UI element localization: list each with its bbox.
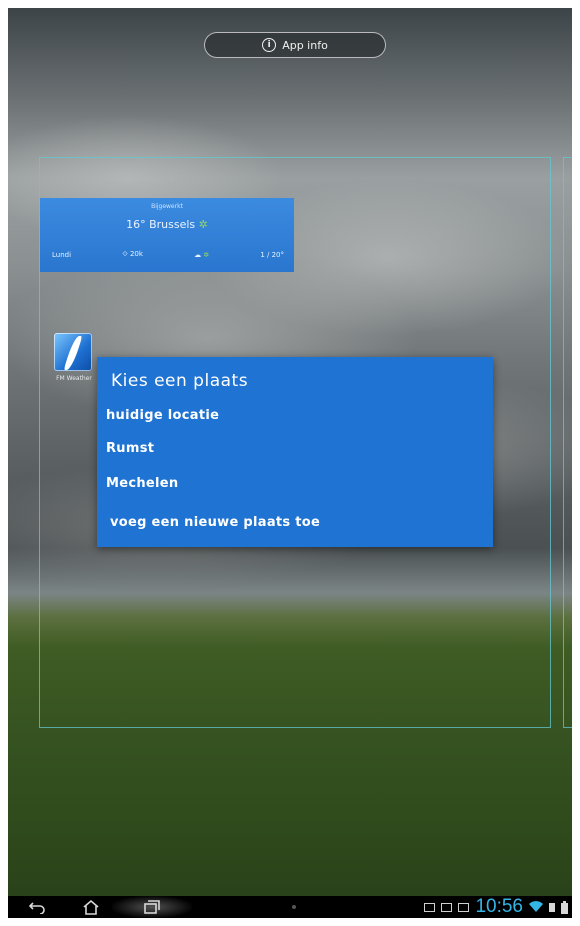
app-info-label: App info (282, 38, 328, 52)
weather-widget[interactable]: Bijgewerkt 16° Brussels ✲ Lundi ⟐ 20k ☁ … (40, 198, 294, 272)
back-icon (28, 902, 45, 914)
weather-wind-value: 20k (129, 250, 143, 258)
sun-icon: ✲ (198, 218, 208, 231)
gallery-icon (424, 902, 436, 912)
wifi-icon (529, 901, 543, 912)
menu-item-rumst[interactable]: Rumst (106, 441, 154, 456)
home-button[interactable] (76, 896, 106, 918)
weather-app-icon[interactable] (54, 333, 92, 371)
menu-item-mechelen[interactable]: Mechelen (106, 476, 178, 491)
info-circle-icon: i (262, 38, 277, 52)
choose-place-title: Kies een plaats (111, 371, 249, 391)
page-indicator-dot (292, 905, 296, 909)
home-screen: i App info Bijgewerkt 16° Brussels ✲ Lun… (8, 8, 572, 918)
weather-temp-city: 16° Brussels ✲ (40, 218, 294, 231)
app-icon-label: FM Weather (56, 375, 92, 382)
app-icon-swoosh (63, 336, 83, 370)
choose-place-dialog: Kies een plaats huidige locatie Rumst Me… (97, 357, 493, 547)
weather-city: Brussels (149, 218, 196, 231)
weather-wind: ⟐ 20k (122, 250, 143, 259)
weather-updated-text: Bijgewerkt (151, 203, 183, 210)
weather-day: Lundi (52, 250, 72, 259)
recent-apps-icon (144, 900, 160, 914)
signal-icon (549, 903, 555, 912)
clock: 10:56 (475, 896, 523, 917)
camera-icon (458, 902, 470, 912)
weather-forecast: ☁ ✲ (194, 251, 209, 259)
weather-extra: 1 / 20° (260, 250, 284, 259)
workspace-frame-next (563, 157, 572, 728)
wind-icon: ⟐ (122, 250, 128, 258)
home-icon (83, 899, 99, 915)
status-area[interactable]: 10:56 (424, 896, 568, 918)
partly-cloudy-icon: ☁ (194, 250, 202, 259)
system-navigation-bar: 10:56 (8, 896, 572, 918)
notification-icon (441, 902, 453, 912)
forecast-sun-icon: ✲ (203, 250, 210, 259)
weather-temperature: 16° (126, 218, 146, 231)
menu-item-current-location[interactable]: huidige locatie (106, 408, 219, 423)
recent-apps-button[interactable] (112, 896, 192, 918)
app-info-button[interactable]: i App info (204, 32, 386, 58)
weather-forecast-row: Lundi ⟐ 20k ☁ ✲ 1 / 20° (52, 250, 284, 259)
battery-icon (561, 900, 568, 914)
back-button[interactable] (22, 896, 52, 918)
menu-item-add-place[interactable]: voeg een nieuwe plaats toe (110, 515, 320, 530)
